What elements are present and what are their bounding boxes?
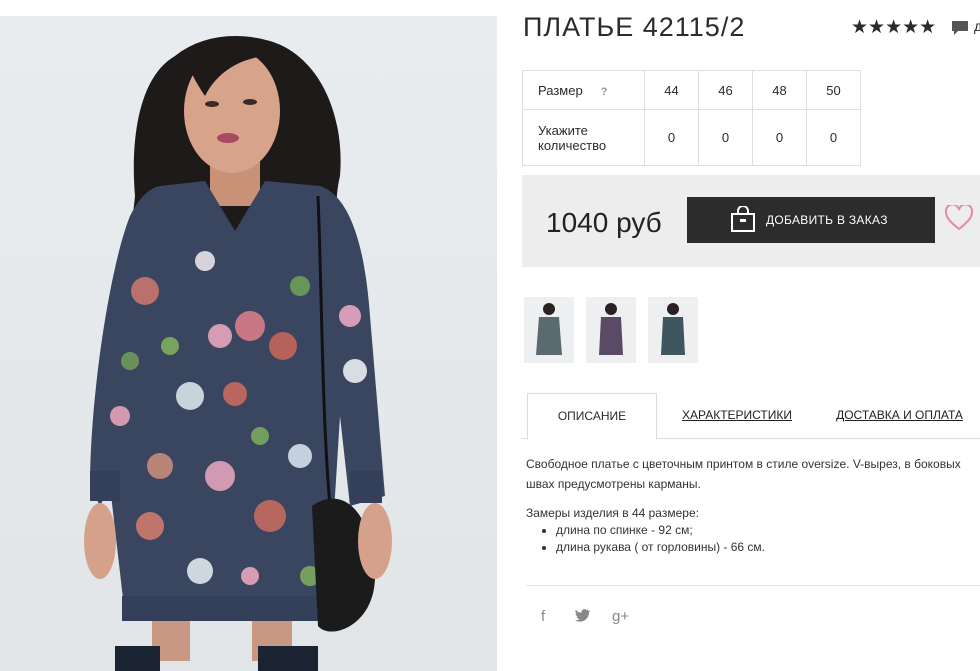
quantity-input[interactable]: 0 — [752, 109, 807, 166]
add-to-order-button[interactable]: ДОБАВИТЬ В ЗАКАЗ — [687, 197, 935, 243]
add-to-order-label: ДОБАВИТЬ В ЗАКАЗ — [766, 213, 888, 227]
product-title: ПЛАТЬЕ 42115/2 — [523, 12, 746, 42]
description-panel: Свободное платье с цветочным принтом в с… — [526, 454, 966, 556]
thumbnail-3[interactable] — [648, 297, 698, 363]
tab-description[interactable]: ОПИСАНИЕ — [527, 393, 657, 440]
size-cell: 48 — [752, 70, 807, 110]
size-quantity-table: Размер? 44 46 48 50 Укажите количество 0… — [522, 70, 861, 166]
product-tabs: ОПИСАНИЕ ХАРАКТЕРИСТИКИ ДОСТАВКА И ОПЛАТ… — [522, 393, 980, 440]
product-main-photo[interactable] — [0, 16, 497, 671]
twitter-icon[interactable] — [575, 608, 591, 626]
google-plus-icon[interactable]: g+ — [612, 608, 629, 625]
description-text: Свободное платье с цветочным принтом в с… — [526, 457, 961, 491]
facebook-icon[interactable]: f — [541, 608, 545, 625]
measurements-list: длина по спинке - 92 см; длина рукава ( … — [526, 522, 966, 556]
buy-box: 1040 руб ДОБАВИТЬ В ЗАКАЗ — [522, 175, 980, 267]
size-help-icon[interactable]: ? — [601, 86, 608, 98]
quantity-input[interactable]: 0 — [698, 109, 753, 166]
size-cell: 46 — [698, 70, 753, 110]
size-cell: 50 — [806, 70, 861, 110]
measurements-title: Замеры изделия в 44 размере: — [526, 506, 699, 520]
size-label: Размер — [538, 82, 583, 98]
quantity-input[interactable]: 0 — [644, 109, 699, 166]
size-cell: 44 — [644, 70, 699, 110]
thumbnail-2[interactable] — [586, 297, 636, 363]
tab-characteristics[interactable]: ХАРАКТЕРИСТИКИ — [672, 393, 802, 437]
quantity-input[interactable]: 0 — [806, 109, 861, 166]
rating-stars[interactable]: ★★★★★ — [851, 16, 936, 39]
wishlist-heart-icon[interactable] — [944, 203, 974, 236]
size-header: Размер? — [522, 70, 645, 110]
thumbnail-1[interactable] — [524, 297, 574, 363]
comment-icon[interactable] — [951, 20, 969, 41]
comments-label[interactable]: д — [974, 18, 980, 34]
price: 1040 руб — [546, 207, 662, 238]
divider — [526, 585, 980, 586]
quantity-label: Укажите количество — [522, 109, 645, 166]
tab-delivery-payment[interactable]: ДОСТАВКА И ОПЛАТА — [832, 393, 967, 437]
measurement-item: длина рукава ( от горловины) - 66 см. — [556, 539, 966, 556]
measurement-item: длина по спинке - 92 см; — [556, 522, 966, 539]
shopping-bag-icon — [730, 204, 756, 235]
